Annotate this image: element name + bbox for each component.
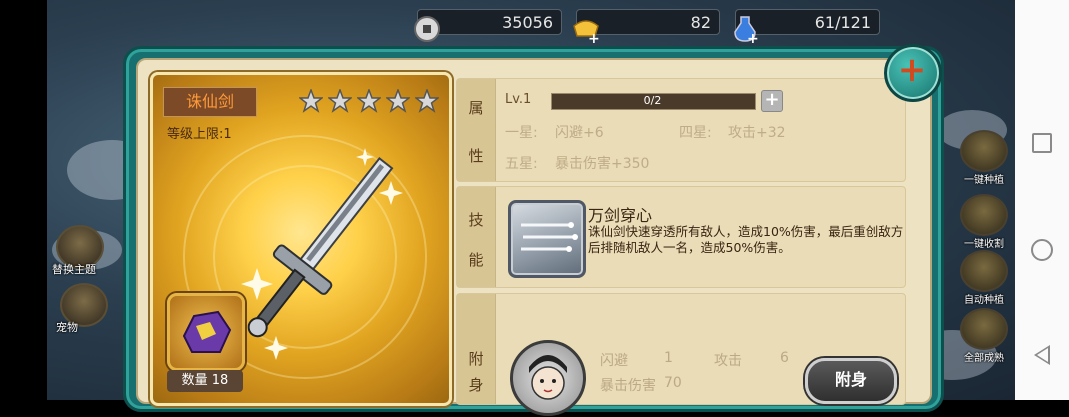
gold-ingot-plus-icon[interactable]: + [571, 14, 601, 44]
svg-text:+: + [747, 31, 759, 44]
purple-ore-icon [182, 310, 232, 353]
star-rating [299, 89, 439, 113]
harvest-all-label: 一键收割 [964, 239, 1004, 250]
ripen-icon [960, 308, 1008, 350]
harvest-all-button[interactable]: 一键收割 [955, 194, 1013, 250]
attach-tag: 附 身 [457, 294, 496, 404]
gold-counter[interactable]: + 82 [573, 9, 720, 44]
attr-value: 攻击+32 [728, 125, 786, 141]
svg-text:+: + [588, 31, 600, 44]
coin-value: 35056 [502, 13, 553, 32]
sword-rain-icon [521, 222, 578, 252]
star-icon [415, 89, 439, 113]
potion-plus-icon[interactable]: + [730, 14, 760, 44]
star-icon [328, 89, 352, 113]
coin-icon [414, 16, 440, 42]
square-icon [1032, 133, 1052, 153]
theme-label: 替换主题 [52, 263, 96, 276]
attr-star-label: 五星: [505, 156, 538, 172]
hero-face-icon [529, 355, 567, 400]
attach-stat-value: 1 [664, 350, 673, 366]
attach-stat-label: 攻击 [714, 353, 742, 369]
hero-avatar[interactable] [510, 340, 586, 416]
attach-stat-value: 70 [664, 375, 682, 391]
quantity-label: 数量 18 [167, 370, 243, 392]
plant-all-button[interactable]: 一键种植 [955, 130, 1013, 186]
skill-description: 诛仙剑快速穿透所有敌人，造成10%伤害，最后重创敌方后排随机敌人一名，造成50%… [588, 224, 904, 255]
stamina-counter[interactable]: + 61/121 [734, 9, 880, 44]
level-label: Lv.1 [505, 92, 532, 107]
coin-counter: 35056 [414, 9, 562, 42]
attr-value: 闪避+6 [555, 125, 604, 141]
star-icon [299, 89, 323, 113]
plant-all-label: 一键种植 [964, 175, 1004, 186]
attr-value: 暴击伤害+350 [555, 156, 650, 172]
stamina-value: 61/121 [814, 13, 871, 32]
skill-icon[interactable] [508, 200, 586, 278]
skill-tag: 技 能 [457, 187, 496, 287]
circle-icon [1031, 239, 1053, 261]
auto-plant-button[interactable]: 自动种植 [955, 250, 1013, 306]
ripen-all-button[interactable]: 全部成熟 [955, 308, 1013, 364]
harvest-icon [960, 194, 1008, 236]
close-button[interactable]: + [884, 44, 942, 102]
theme-button[interactable]: 替换主题 [52, 225, 122, 277]
ripen-all-label: 全部成熟 [964, 353, 1004, 364]
attach-stat-label: 闪避 [600, 353, 628, 369]
auto-plant-icon [960, 250, 1008, 292]
attach-stat-value: 6 [780, 350, 789, 366]
attach-stat-label: 暴击伤害 [600, 378, 656, 394]
star-icon [357, 89, 381, 113]
back-triangle-icon [1034, 345, 1050, 365]
recent-apps-button[interactable] [1029, 130, 1055, 156]
star-icon [386, 89, 410, 113]
plant-icon [960, 130, 1008, 172]
skill-name: 万剑穿心 [588, 206, 653, 225]
item-card: 诛仙剑 等级上限:1 数量 18 [150, 72, 452, 406]
android-nav-bar [1015, 0, 1069, 400]
close-icon: + [897, 50, 927, 90]
attr-star-label: 四星: [679, 125, 712, 141]
auto-plant-label: 自动种植 [964, 295, 1004, 306]
attributes-tag: 属 性 [457, 79, 496, 181]
material-slot[interactable] [167, 293, 245, 371]
item-name: 诛仙剑 [163, 87, 257, 117]
level-up-button[interactable]: + [761, 90, 783, 112]
pet-label: 宠物 [56, 321, 78, 334]
home-button[interactable] [1029, 237, 1055, 263]
attach-button[interactable]: 附身 [805, 358, 897, 404]
attr-star-label: 一星: [505, 125, 538, 141]
level-progress-text: 0/2 [643, 94, 662, 107]
back-button[interactable] [1029, 342, 1055, 368]
gold-value: 82 [690, 13, 711, 32]
pet-button[interactable]: 宠物 [56, 283, 126, 335]
